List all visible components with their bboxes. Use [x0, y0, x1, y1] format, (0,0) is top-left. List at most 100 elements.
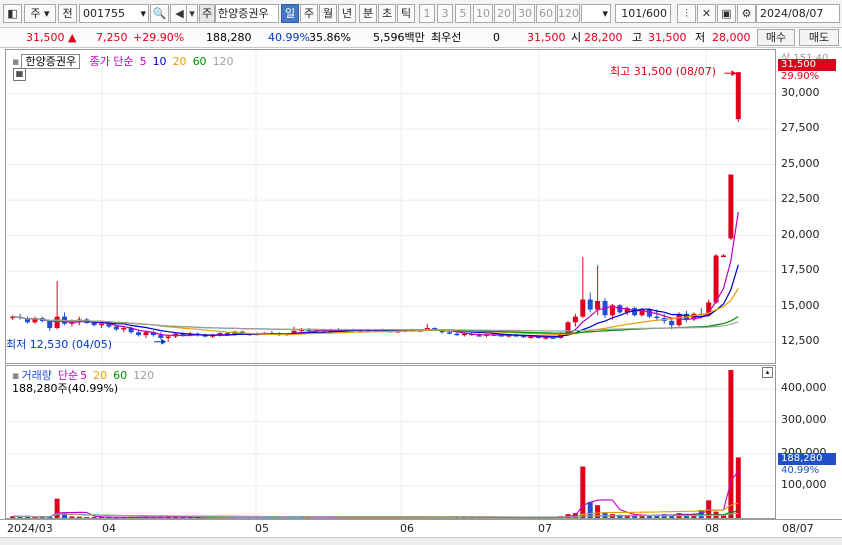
- interval-30-button[interactable]: 30: [515, 4, 535, 23]
- low-label: 저: [695, 31, 706, 44]
- trade-amount: 5,596백만: [373, 31, 425, 44]
- chevron-down-icon[interactable]: ▾: [186, 4, 198, 23]
- period-year-label: 년: [341, 7, 353, 20]
- volume-bar: [76, 516, 82, 518]
- crosshair-icon[interactable]: ✕: [697, 4, 716, 23]
- search-icon[interactable]: 🔍: [150, 4, 169, 23]
- up-arrow-icon: ▲: [68, 31, 77, 44]
- data-count-total: /600: [642, 7, 667, 20]
- volume-bar: [32, 517, 38, 518]
- volume-bar: [69, 516, 75, 518]
- date-label: 04: [102, 522, 116, 535]
- prev-button[interactable]: 전: [58, 4, 77, 23]
- date-label: 08/07: [782, 522, 814, 535]
- period-type-select[interactable]: 주 ▾: [24, 4, 56, 23]
- period-month-button[interactable]: 월: [319, 4, 337, 23]
- stock-name-field[interactable]: 한양증권우: [215, 4, 279, 23]
- stock-name-value: 한양증권우: [218, 7, 269, 20]
- period-week-label: 주: [303, 7, 315, 20]
- high-label: 고: [632, 31, 643, 44]
- last-volume-pct-tag: 40.99%: [781, 465, 820, 476]
- candle: [669, 320, 675, 326]
- period-tick-label: 틱: [400, 7, 412, 20]
- interval-1-label: 1: [423, 7, 431, 20]
- price-stock-name[interactable]: 한양증권우: [21, 54, 81, 69]
- stock-code-value: 001755: [83, 7, 125, 20]
- volume-bar: [91, 517, 97, 518]
- volume-value: 188,280: [206, 31, 252, 44]
- candle: [565, 322, 571, 334]
- period-week-button[interactable]: 주: [300, 4, 318, 23]
- volume-chart-svg[interactable]: [6, 366, 776, 519]
- interval-5-button[interactable]: 5: [455, 4, 471, 23]
- toolbar: ◧ 주 ▾ 전 001755 ▾ 🔍 ◀ ▾ 주 한양증권우 일 주 월 년 분 …: [0, 0, 842, 28]
- collapse-icon[interactable]: ▴: [762, 367, 773, 378]
- code-badge-label: 주: [201, 7, 213, 20]
- candle: [735, 72, 741, 120]
- interval-120-button[interactable]: 120: [557, 4, 580, 23]
- data-count-current: 101: [621, 7, 643, 20]
- last-volume-tag: 188,280: [778, 453, 836, 465]
- price-chart-pane[interactable]: ▪ 한양증권우 종가 단순 5 10 20 60 120 ▦ 최고 31,500 (08/0…: [5, 49, 776, 364]
- save-icon[interactable]: ▣: [717, 4, 736, 23]
- volume-chart-pane[interactable]: ▪ 거래량 단순 5 20 60 120 188,280주(40.99%) ▴: [5, 365, 776, 519]
- date-label: 2024/03: [7, 522, 53, 535]
- period-day-button[interactable]: 일: [281, 4, 299, 23]
- stock-code-input[interactable]: 001755 ▾: [79, 4, 149, 23]
- candle: [136, 332, 142, 336]
- interval-1-button[interactable]: 1: [419, 4, 435, 23]
- interval-60-button[interactable]: 60: [536, 4, 556, 23]
- open-price: 28,200: [584, 31, 623, 44]
- gear-icon[interactable]: ⚙: [737, 4, 756, 23]
- dropdown-icon[interactable]: ▾: [602, 5, 608, 22]
- period-minute-button[interactable]: 분: [359, 4, 377, 23]
- price-axis-label: 27,500: [781, 121, 820, 135]
- price-ma-20: 20: [172, 55, 187, 68]
- date-field[interactable]: 2024/08/07: [756, 4, 840, 23]
- open-label: 시: [571, 31, 582, 44]
- interval-60-label: 60: [539, 7, 553, 20]
- interval-10-label: 10: [476, 7, 490, 20]
- chart-layout-icon[interactable]: ◧: [3, 4, 22, 23]
- price-chart-svg[interactable]: [6, 50, 776, 364]
- price-axis-label: 15,000: [781, 298, 820, 312]
- period-year-button[interactable]: 년: [338, 4, 356, 23]
- best-quote-label: 최우선: [431, 31, 462, 44]
- volume-summary: 188,280주(40.99%): [12, 382, 119, 395]
- price-change-pct: +29.90%: [133, 31, 185, 44]
- dropdown-icon[interactable]: ▾: [140, 5, 146, 22]
- period-second-button[interactable]: 초: [378, 4, 396, 23]
- price-axis-label: 17,500: [781, 263, 820, 277]
- interval-3-button[interactable]: 3: [437, 4, 453, 23]
- interval-20-label: 20: [497, 7, 511, 20]
- data-count-field[interactable]: 101/600: [615, 4, 671, 23]
- price-axis: 상 151.40 31,500 29.90% 30,00027,50025,00…: [776, 49, 842, 364]
- interval-20-button[interactable]: 20: [494, 4, 514, 23]
- interval-10-button[interactable]: 10: [473, 4, 493, 23]
- period-second-label: 초: [381, 7, 393, 20]
- candle: [165, 336, 171, 339]
- marker-icon: ▪: [12, 55, 20, 68]
- volume-bar: [735, 457, 741, 518]
- date-label: 07: [538, 522, 552, 535]
- candle: [461, 333, 467, 336]
- last-price-tag: 31,500: [778, 59, 836, 71]
- prev-label: 전: [62, 7, 73, 20]
- volume-bar: [580, 466, 586, 518]
- period-tick-button[interactable]: 틱: [397, 4, 415, 23]
- candle-type-icon[interactable]: ⫶: [677, 4, 696, 23]
- grid-icon[interactable]: ▦: [13, 68, 26, 81]
- price-axis-label: 12,500: [781, 334, 820, 348]
- custom-interval-input[interactable]: ▾: [581, 4, 611, 23]
- high-arrow-head: [731, 70, 737, 77]
- turnover-ratio: 35.86%: [309, 31, 351, 44]
- sell-button[interactable]: 매도: [799, 29, 839, 46]
- candle: [572, 316, 578, 323]
- candle: [143, 332, 149, 336]
- candle: [720, 255, 726, 258]
- date-axis: 2024/03 04 05 06 07 08 08/07: [0, 519, 842, 538]
- best-quote-value: 0: [493, 31, 500, 44]
- candle: [99, 323, 105, 326]
- interval-3-label: 3: [441, 7, 449, 20]
- buy-button[interactable]: 매수: [757, 29, 795, 46]
